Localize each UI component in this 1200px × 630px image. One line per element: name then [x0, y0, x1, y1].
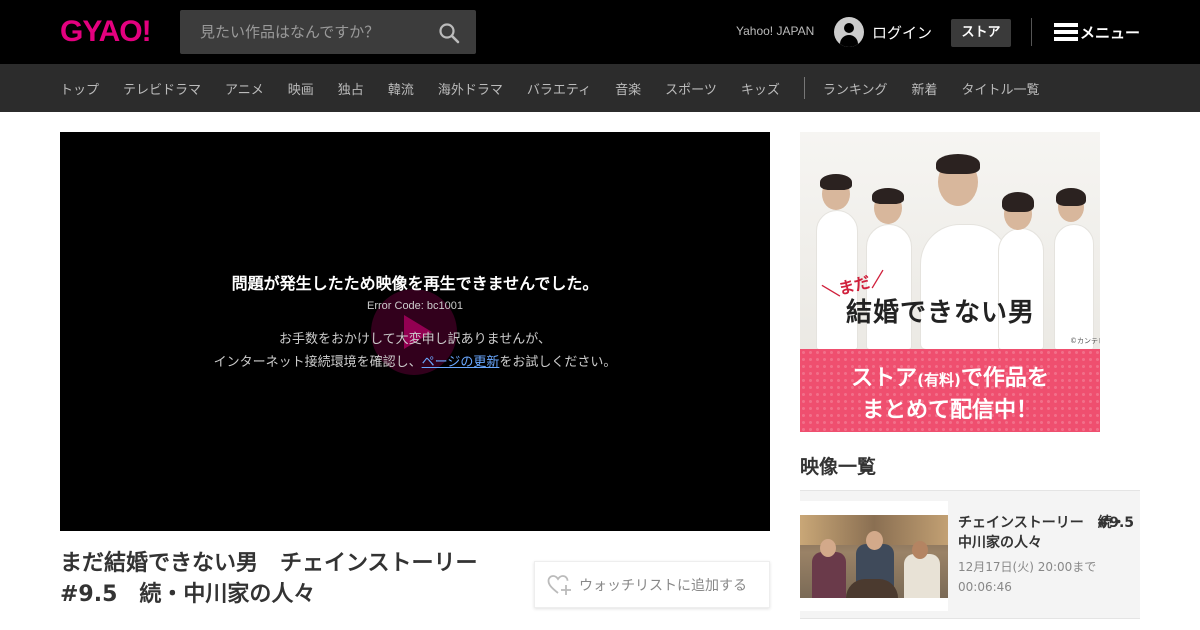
video-item-episode: #9.5 [1097, 515, 1134, 531]
nav-item-title-list[interactable]: タイトル一覧 [962, 79, 1040, 98]
category-nav: トップ テレビドラマ アニメ 映画 独占 韓流 海外ドラマ バラエティ 音楽 ス… [0, 64, 1200, 112]
nav-item-new[interactable]: 新着 [911, 79, 937, 98]
nav-item-overseas-drama[interactable]: 海外ドラマ [438, 79, 503, 98]
hamburger-icon [1054, 23, 1078, 41]
menu-button[interactable]: メニュー [1054, 20, 1140, 44]
video-list-heading: 映像一覧 [800, 456, 877, 478]
video-player[interactable]: 問題が発生したため映像を再生できませんでした。 Error Code: bc10… [60, 132, 770, 531]
header-divider [1031, 18, 1032, 46]
video-item-available-until: 12月17日(火) 20:00まで [958, 560, 1097, 574]
nav-item-ranking[interactable]: ランキング [823, 79, 888, 98]
nav-item-top[interactable]: トップ [60, 79, 99, 98]
error-line-1: お手数をおかけして大変申し訳ありませんが、 [279, 332, 551, 347]
error-line-2: インターネット接続環境を確認し、ページの更新をお試しください。 [60, 351, 770, 374]
banner-line-1-small: (有料) [917, 371, 961, 389]
banner-line-1: ストア(有料)で作品を [800, 360, 1100, 392]
add-to-watchlist-button[interactable]: ウォッチリストに追加する [534, 561, 770, 608]
nav-item-tv-drama[interactable]: テレビドラマ [123, 79, 201, 98]
video-item-meta: 12月17日(火) 20:00まで 00:06:46 [958, 557, 1096, 597]
nav-item-kids[interactable]: キッズ [741, 79, 780, 98]
yahoo-japan-link[interactable]: Yahoo! JAPAN [736, 24, 814, 38]
watchlist-label: ウォッチリストに追加する [579, 577, 747, 594]
episode-title: まだ結婚できない男 チェインストーリー #9.5 続・中川家の人々 [60, 551, 500, 607]
gyao-logo[interactable]: GYAO! [60, 14, 152, 50]
nav-item-variety[interactable]: バラエティ [527, 79, 591, 98]
nav-divider [803, 77, 805, 99]
nav-item-anime[interactable]: アニメ [225, 79, 264, 98]
user-icon [834, 17, 864, 47]
top-header: GYAO! Yahoo! JAPAN ログイン ストア メニュー [0, 0, 1200, 64]
error-code: Error Code: bc1001 [367, 300, 463, 312]
menu-label: メニュー [1080, 23, 1141, 42]
banner-credit: ©カンテレ [1070, 337, 1100, 345]
nav-item-music[interactable]: 音楽 [615, 79, 641, 98]
banner-line-1a: ストア [851, 366, 918, 391]
error-line-2-after: をお試しください。 [499, 355, 617, 370]
nav-item-korean[interactable]: 韓流 [388, 79, 414, 98]
login-label: ログイン [872, 23, 933, 42]
store-button[interactable]: ストア [951, 19, 1011, 47]
error-title: 問題が発生したため映像を再生できませんでした。 [231, 274, 599, 293]
search-icon[interactable] [438, 22, 460, 44]
reload-page-link[interactable]: ページの更新 [422, 355, 500, 370]
video-item-title: チェインストーリー 続・中川家の人々 #9.5 [958, 513, 1138, 553]
search-input[interactable] [180, 10, 430, 54]
error-line-2-before: インターネット接続環境を確認し、 [213, 355, 422, 370]
error-message: 問題が発生したため映像を再生できませんでした。 Error Code: bc10… [60, 272, 770, 374]
nav-item-movies[interactable]: 映画 [288, 79, 314, 98]
heart-plus-icon [547, 574, 571, 595]
banner-line-2: まとめて配信中！ [861, 398, 1038, 423]
nav-item-sports[interactable]: スポーツ [665, 79, 717, 98]
login-button[interactable]: ログイン [834, 17, 932, 47]
banner-line-1b: で作品を [960, 366, 1049, 391]
video-thumbnail [800, 501, 948, 611]
store-promo-banner[interactable]: ＼まだ／ 結婚できない男 ©カンテレ ストア(有料)で作品を まとめて配信中！ [800, 132, 1100, 432]
banner-show-title: 結婚できない男 [846, 298, 1036, 328]
search-box [180, 10, 476, 54]
video-item-duration: 00:06:46 [958, 580, 1012, 594]
nav-item-exclusive[interactable]: 独占 [338, 79, 364, 98]
video-list-item[interactable]: チェインストーリー 続・中川家の人々 #9.5 12月17日(火) 20:00ま… [800, 490, 1140, 619]
